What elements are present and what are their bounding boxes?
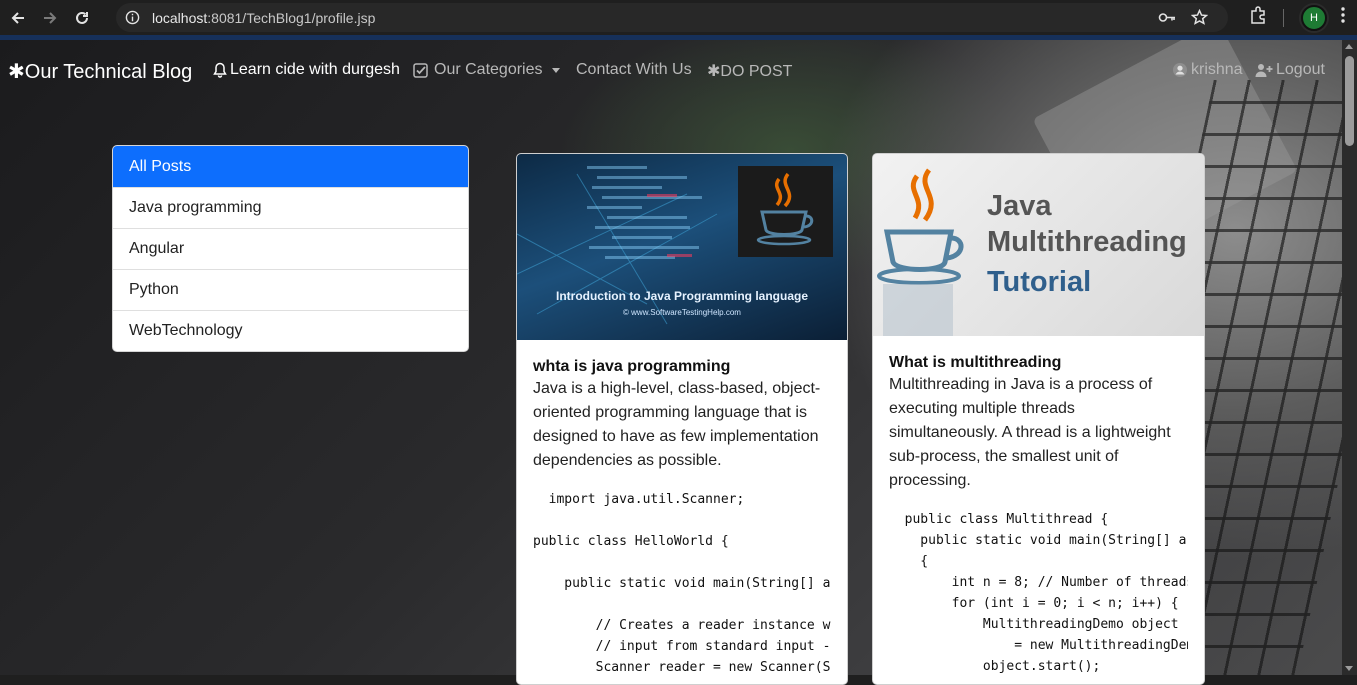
post-code: import java.util.Scanner; public class H…: [533, 492, 831, 675]
post-content: Multithreading in Java is a process of e…: [889, 376, 1171, 489]
browser-toolbar: localhost:8081/TechBlog1/profile.jsp H: [0, 0, 1357, 35]
page-scrollbar[interactable]: [1342, 40, 1357, 675]
scrollbar-thumb[interactable]: [1345, 56, 1354, 146]
extensions-icon[interactable]: [1249, 6, 1267, 29]
brand-logo[interactable]: ✱Our Technical Blog: [8, 59, 192, 84]
category-item-webtechnology[interactable]: WebTechnology: [113, 310, 468, 351]
nav-categories-dropdown[interactable]: Our Categories: [413, 61, 560, 79]
key-icon[interactable]: [1158, 10, 1176, 30]
image-heading-tutorial: Tutorial: [987, 266, 1092, 298]
post-card: Introduction to Java Programming languag…: [516, 153, 848, 685]
forward-arrow-icon[interactable]: [36, 4, 64, 32]
category-item-python[interactable]: Python: [113, 269, 468, 310]
nav-user-label: krishna: [1191, 61, 1243, 78]
nav-categories-label: Our Categories: [434, 61, 543, 78]
nav-user-link[interactable]: krishna: [1172, 61, 1243, 79]
reload-icon[interactable]: [68, 4, 96, 32]
scroll-down-icon[interactable]: [1345, 666, 1353, 671]
nav-do-post-link[interactable]: ✱DO POST: [707, 61, 792, 81]
url-path: :8081/TechBlog1/profile.jsp: [207, 9, 376, 26]
toolbar-divider: [1283, 8, 1284, 27]
scroll-up-icon[interactable]: [1345, 44, 1353, 49]
user-circle-icon: [1173, 63, 1187, 77]
post-body: whta is java programming Java is a high-…: [517, 340, 847, 678]
post-image-multithreading: Java Multithreading Tutorial: [873, 154, 1204, 336]
bookmark-star-icon[interactable]: [1190, 8, 1209, 31]
back-arrow-icon[interactable]: [4, 4, 32, 32]
image-heading-multithreading: Multithreading: [987, 226, 1187, 258]
post-image-java: Introduction to Java Programming languag…: [517, 154, 847, 340]
chevron-down-icon: [551, 67, 560, 73]
image-watermark: © www.SoftwareTestingHelp.com: [623, 308, 741, 317]
profile-avatar[interactable]: H: [1301, 4, 1327, 31]
check-square-icon: [413, 62, 428, 78]
nav-contact-link[interactable]: Contact With Us: [576, 61, 692, 79]
site-info-icon[interactable]: [125, 10, 140, 30]
category-item-angular[interactable]: Angular: [113, 228, 468, 269]
category-item-java[interactable]: Java programming: [113, 187, 468, 228]
nav-logout-link[interactable]: Logout: [1255, 61, 1325, 79]
java-cup-icon: [877, 168, 964, 336]
post-body: What is multithreading Multithreading in…: [873, 336, 1204, 677]
image-heading-java: Java: [987, 190, 1052, 222]
url-host: localhost: [152, 9, 208, 26]
site-navbar: ✱Our Technical Blog Learn cide with durg…: [0, 40, 1340, 100]
post-card: Java Multithreading Tutorial What is mul…: [872, 153, 1205, 685]
image-caption: Introduction to Java Programming languag…: [555, 289, 809, 303]
nav-learn-link[interactable]: Learn cide with durgesh: [213, 61, 400, 79]
category-list: All Posts Java programming Angular Pytho…: [112, 145, 469, 352]
bell-icon: [213, 62, 227, 78]
url-text: localhost:8081/TechBlog1/profile.jsp: [152, 10, 375, 26]
post-title: whta is java programming: [533, 358, 731, 375]
nav-logout-label: Logout: [1276, 61, 1325, 78]
kebab-menu-icon[interactable]: [1341, 7, 1345, 28]
user-plus-icon: [1255, 64, 1273, 77]
post-code: public class Multithread { public static…: [904, 512, 1188, 674]
address-bar[interactable]: localhost:8081/TechBlog1/profile.jsp: [116, 3, 1228, 32]
nav-learn-label: Learn cide with durgesh: [230, 61, 400, 78]
category-item-all-posts[interactable]: All Posts: [113, 146, 468, 187]
post-content: Java is a high-level, class-based, objec…: [533, 380, 821, 469]
post-title: What is multithreading: [889, 354, 1062, 371]
